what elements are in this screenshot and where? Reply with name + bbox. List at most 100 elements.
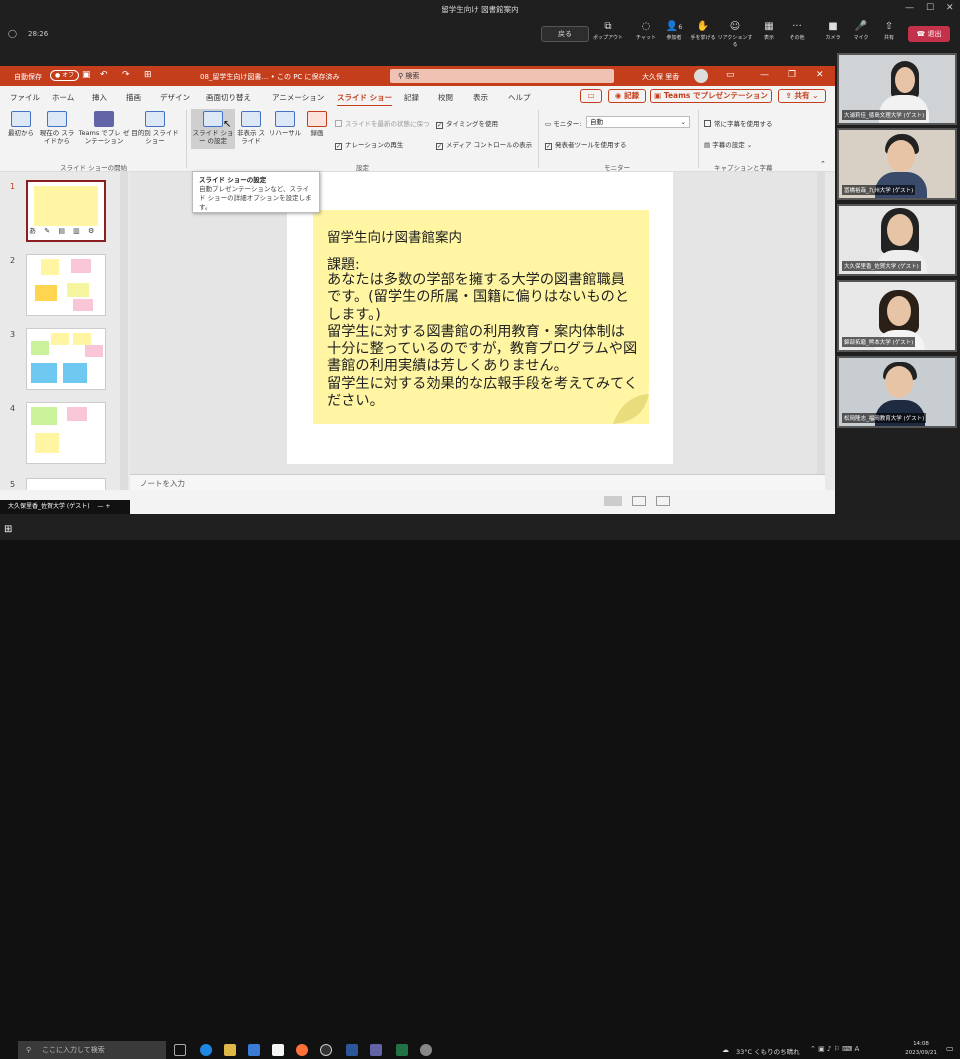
- play-narration-checkbox[interactable]: ✓ ナレーションの再生: [335, 139, 403, 150]
- normal-view-icon[interactable]: [604, 496, 622, 506]
- popout-icon: ⧉: [604, 21, 612, 32]
- always-captions-checkbox[interactable]: 常に字幕を使用する: [704, 118, 773, 128]
- raise-hand-button[interactable]: ✋ 手を挙げる: [685, 21, 721, 41]
- slide-thumbnail-3[interactable]: [26, 328, 106, 390]
- ppt-title-bar: 自動保存 ● オフ ▣ ↶ ↷ ⊞ 08_留学生向け図書… • この PC に保…: [0, 66, 835, 86]
- weather-text[interactable]: 33°C くもりのち晴れ: [736, 1046, 800, 1056]
- undo-icon[interactable]: ↶: [100, 70, 108, 80]
- autosave-toggle[interactable]: ● オフ: [50, 70, 80, 81]
- slide-thumbnails-pane: 1 あ ✎ ▤ ▥ ⚙ 2 3 4 5: [0, 172, 130, 514]
- tab-help[interactable]: ヘルプ: [508, 92, 531, 103]
- redo-icon[interactable]: ↷: [122, 70, 130, 80]
- share-button[interactable]: ⇧ 共有: [871, 21, 907, 41]
- thumbnail-scrollbar[interactable]: [120, 172, 128, 514]
- sticky-note-main[interactable]: 留学生向け図書館案内 課題: あなたは多数の学部を擁する大学の図書館職員です。(…: [313, 210, 649, 424]
- page-curl: [613, 388, 649, 424]
- task-view-icon[interactable]: [174, 1044, 186, 1056]
- reading-view-icon[interactable]: [656, 496, 670, 506]
- tab-home[interactable]: ホーム: [52, 92, 74, 103]
- avatar[interactable]: [694, 69, 708, 83]
- slide-thumbnail-1[interactable]: あ ✎ ▤ ▥ ⚙: [26, 180, 106, 242]
- minimize-icon[interactable]: —: [760, 70, 769, 80]
- clock-date[interactable]: 2023/09/21: [900, 1050, 942, 1056]
- participant-name: 大久保里香_佐賀大学 (ゲスト): [842, 261, 921, 271]
- participant-tile[interactable]: 松岡隆志_福岡教育大学 (ゲスト): [837, 356, 957, 428]
- teams-icon[interactable]: [370, 1044, 382, 1056]
- caption-settings-button[interactable]: ▤ 字幕の設定 ⌄: [704, 139, 752, 149]
- maximize-icon[interactable]: ☐: [926, 3, 934, 13]
- leave-button[interactable]: ☎ 退出: [908, 26, 950, 42]
- tab-view[interactable]: 表示: [473, 92, 488, 103]
- tab-slideshow[interactable]: スライド ショー: [337, 92, 393, 107]
- presentation-icon[interactable]: ⊞: [144, 70, 152, 80]
- tab-file[interactable]: ファイル: [10, 92, 40, 103]
- comments-button[interactable]: ▭: [580, 89, 602, 103]
- participant-tile[interactable]: 大久保里香_佐賀大学 (ゲスト): [837, 204, 957, 276]
- taskbar-search[interactable]: ⚲ ここに入力して検索: [18, 1041, 166, 1059]
- file-name[interactable]: 08_留学生向け図書… • この PC に保存済み: [200, 72, 340, 82]
- tab-review[interactable]: 校閲: [438, 92, 453, 103]
- search-box[interactable]: ⚲ 検索: [390, 69, 614, 83]
- back-button[interactable]: 戻る: [541, 26, 589, 42]
- clock-time[interactable]: 14:08: [906, 1041, 936, 1047]
- custom-show-button[interactable]: 目的別 スライド ショー: [130, 111, 180, 145]
- hide-slide-button[interactable]: 非表示 スライド: [236, 111, 266, 145]
- minimize-icon[interactable]: —: [905, 3, 914, 13]
- use-timings-checkbox[interactable]: ✓ タイミングを使用: [436, 118, 498, 129]
- save-icon[interactable]: ▣: [82, 70, 91, 80]
- notification-icon[interactable]: ▭: [946, 1044, 954, 1053]
- file-explorer-icon[interactable]: [224, 1044, 236, 1056]
- collapse-ribbon-icon[interactable]: ⌃: [820, 160, 826, 168]
- tooltip-body: 自動プレゼンテーションなど、スライド ショーの詳細オプションを設定します。: [199, 185, 312, 211]
- ribbon-display-icon[interactable]: ▭: [726, 70, 735, 80]
- firefox-icon[interactable]: [296, 1044, 308, 1056]
- participant-name: 松岡隆志_福岡教育大学 (ゲスト): [842, 413, 927, 423]
- mail-icon[interactable]: [272, 1044, 284, 1056]
- participant-tile[interactable]: 大浦莉佳_徳島文理大学 (ゲスト): [837, 53, 957, 125]
- tab-record[interactable]: 記録: [404, 92, 419, 103]
- edge-icon[interactable]: [200, 1044, 212, 1056]
- store-icon[interactable]: [248, 1044, 260, 1056]
- teams-present-button[interactable]: ▣ Teams でプレゼンテーション: [650, 89, 772, 103]
- record-button[interactable]: ◉ 記録: [608, 89, 646, 103]
- from-current-button[interactable]: 現在の スライドから: [38, 111, 76, 145]
- close-icon[interactable]: ✕: [816, 70, 824, 80]
- sorter-view-icon[interactable]: [632, 496, 646, 506]
- reaction-button[interactable]: ☺ リアクションする: [717, 21, 753, 48]
- slide-thumbnail-4[interactable]: [26, 402, 106, 464]
- word-icon[interactable]: [346, 1044, 358, 1056]
- ribbon: 最初から 現在の スライドから Teams でプレ ゼンテーション 目的別 スラ…: [0, 106, 835, 172]
- tab-insert[interactable]: 挿入: [92, 92, 107, 103]
- windows-start-icon[interactable]: ⊞: [4, 524, 12, 535]
- presenter-view-checkbox[interactable]: ✓ 発表者ツールを使用する: [545, 139, 627, 150]
- keep-updated-checkbox[interactable]: スライドを最新の状態に保つ: [335, 118, 430, 128]
- tab-draw[interactable]: 描画: [126, 92, 141, 103]
- vertical-scrollbar[interactable]: [817, 172, 825, 474]
- excel-icon[interactable]: [396, 1044, 408, 1056]
- pen-toolbar[interactable]: あ ✎ ▤ ▥ ⚙: [28, 226, 104, 240]
- more-button[interactable]: ··· その他: [779, 21, 815, 41]
- tab-animations[interactable]: アニメーション: [272, 92, 324, 103]
- slide-thumbnail-2[interactable]: [26, 254, 106, 316]
- participant-tile[interactable]: 錦部拓磨_熊本大学 (ゲスト): [837, 280, 957, 352]
- close-icon[interactable]: ✕: [946, 3, 954, 13]
- restore-icon[interactable]: ❐: [788, 70, 796, 80]
- app-icon[interactable]: [320, 1044, 332, 1056]
- rehearse-button[interactable]: リハーサル: [268, 111, 302, 137]
- system-tray-icons[interactable]: ⌃ ▣ ♪ ⚐ ⌨ A: [810, 1045, 859, 1053]
- notes-pane[interactable]: ノートを入力: [130, 474, 825, 490]
- from-start-button[interactable]: 最初から: [4, 111, 38, 137]
- participant-tile[interactable]: 冨橋裕哉_九州大学 (ゲスト): [837, 128, 957, 200]
- app-icon[interactable]: [420, 1044, 432, 1056]
- teams-present-ribbon-button[interactable]: Teams でプレ ゼンテーション: [78, 111, 130, 145]
- monitor-select[interactable]: 自動 ⌄: [586, 116, 690, 128]
- popout-button[interactable]: ⧉ ポップアウト: [590, 21, 626, 41]
- tab-design[interactable]: デザイン: [160, 92, 190, 103]
- sticky-note: [67, 283, 89, 297]
- sticky-note: [73, 333, 91, 345]
- share-button[interactable]: ⇪ 共有 ⌄: [778, 89, 826, 103]
- sticky-note: [35, 433, 59, 453]
- tab-transitions[interactable]: 画面切り替え: [206, 92, 251, 103]
- media-controls-checkbox[interactable]: ✓ メディア コントロールの表示: [436, 139, 532, 150]
- record-slideshow-button[interactable]: 録画: [303, 111, 331, 137]
